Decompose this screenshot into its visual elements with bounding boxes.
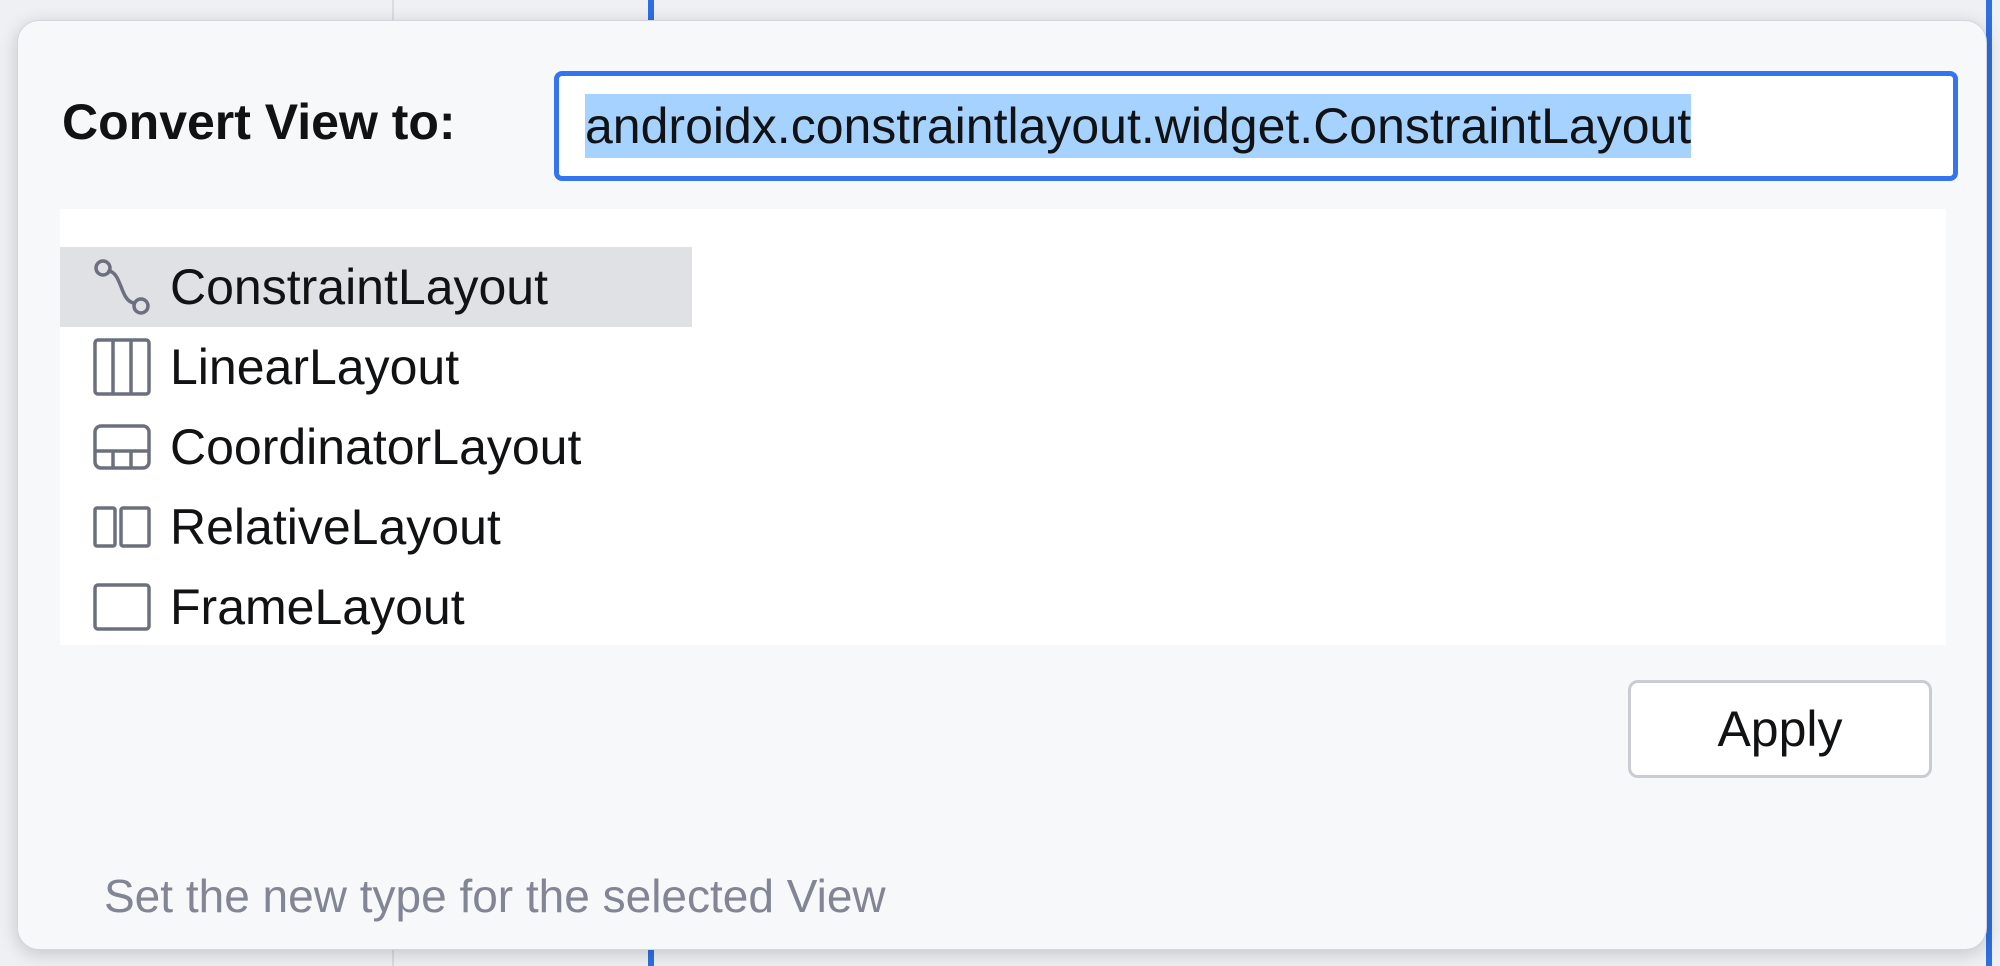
list-item-linear-layout[interactable]: LinearLayout <box>60 327 459 407</box>
convert-view-dialog: Convert View to: androidx.constraintlayo… <box>17 20 1987 950</box>
relative-layout-icon <box>90 495 154 559</box>
view-type-input[interactable]: androidx.constraintlayout.widget.Constra… <box>554 71 1958 181</box>
view-type-input-text[interactable]: androidx.constraintlayout.widget.Constra… <box>585 94 1692 158</box>
list-item-label: FrameLayout <box>170 579 465 635</box>
list-item-label: CoordinatorLayout <box>170 419 582 475</box>
frame-layout-icon <box>90 575 154 639</box>
linear-layout-icon <box>90 335 154 399</box>
list-item-relative-layout[interactable]: RelativeLayout <box>60 487 501 567</box>
coordinator-layout-icon <box>90 415 154 479</box>
constraint-layout-icon <box>90 255 154 319</box>
list-item-frame-layout[interactable]: FrameLayout <box>60 567 465 647</box>
layout-suggestion-list: ConstraintLayout LinearLayout Coordinato… <box>60 209 1946 645</box>
list-item-label: RelativeLayout <box>170 499 501 555</box>
list-item-coordinator-layout[interactable]: CoordinatorLayout <box>60 407 581 487</box>
list-item-label: ConstraintLayout <box>170 259 549 315</box>
apply-button[interactable]: Apply <box>1628 680 1932 778</box>
list-item-constraint-layout[interactable]: ConstraintLayout <box>60 247 692 327</box>
convert-view-label: Convert View to: <box>62 94 456 150</box>
list-item-label: LinearLayout <box>170 339 460 395</box>
dialog-hint-text: Set the new type for the selected View <box>104 870 886 922</box>
